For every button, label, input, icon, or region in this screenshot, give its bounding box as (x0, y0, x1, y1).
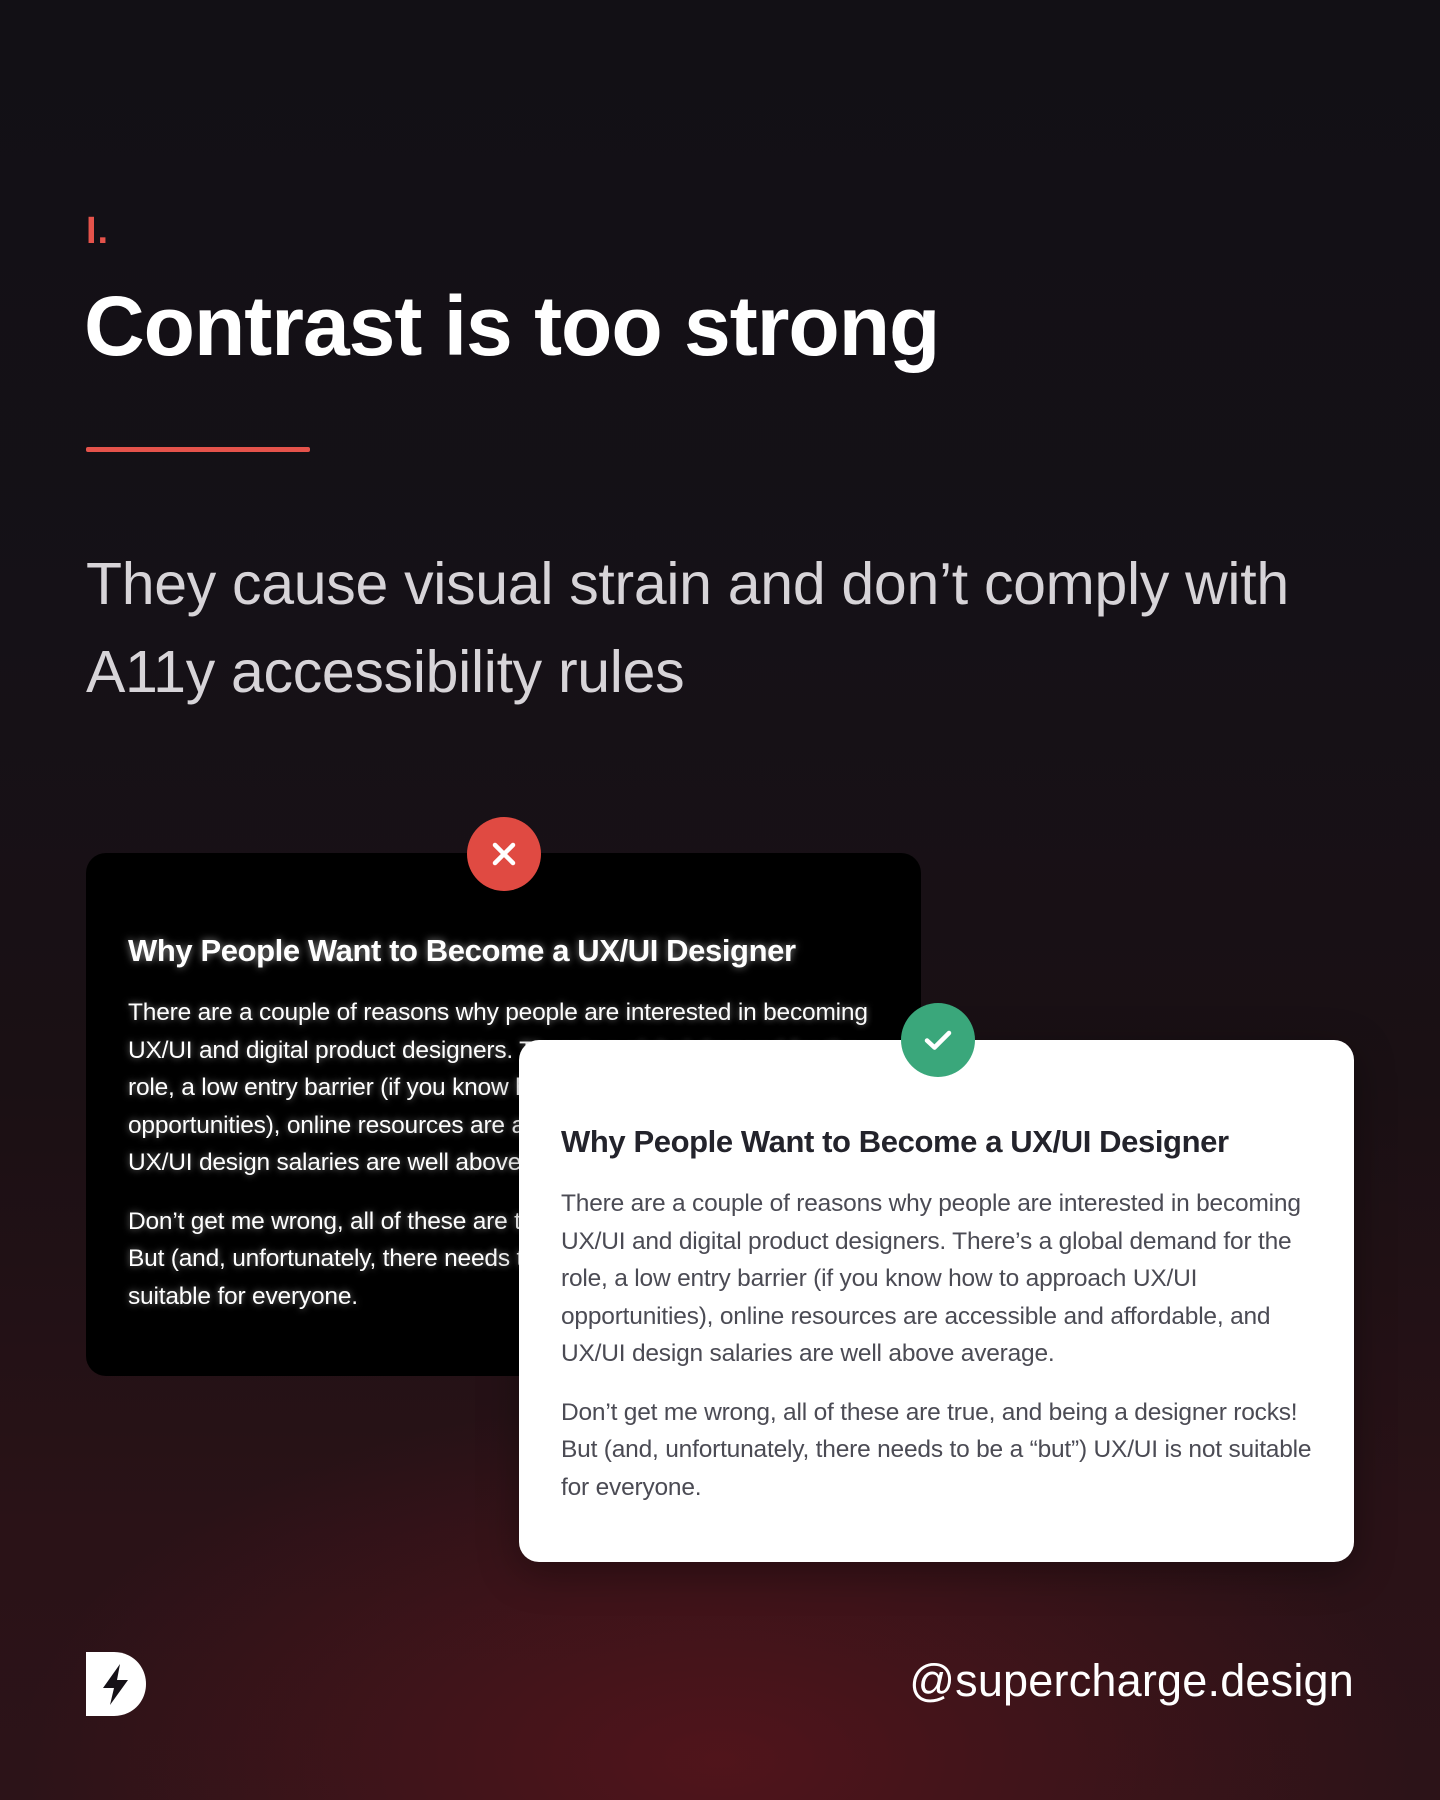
bad-example-heading: Why People Want to Become a UX/UI Design… (128, 933, 796, 968)
good-example-paragraph: Don’t get me wrong, all of these are tru… (561, 1398, 1312, 1501)
good-example-card: Why People Want to Become a UX/UI Design… (519, 1040, 1354, 1562)
lightning-d-logo-icon (86, 1652, 146, 1716)
correct-badge (901, 1003, 975, 1077)
title-underline (86, 447, 310, 452)
page-subtitle: They cause visual strain and don’t compl… (86, 551, 1289, 705)
check-icon (924, 1030, 952, 1050)
slide: I. Contrast is too strong They cause vis… (0, 0, 1440, 1800)
good-example-heading: Why People Want to Become a UX/UI Design… (561, 1124, 1229, 1159)
good-example-paragraph: There are a couple of reasons why people… (561, 1190, 1301, 1367)
close-icon (492, 842, 516, 866)
section-number: I. (86, 210, 110, 252)
page-title: Contrast is too strong (84, 279, 940, 373)
incorrect-badge (467, 817, 541, 891)
brand-handle: @supercharge.design (909, 1655, 1354, 1706)
